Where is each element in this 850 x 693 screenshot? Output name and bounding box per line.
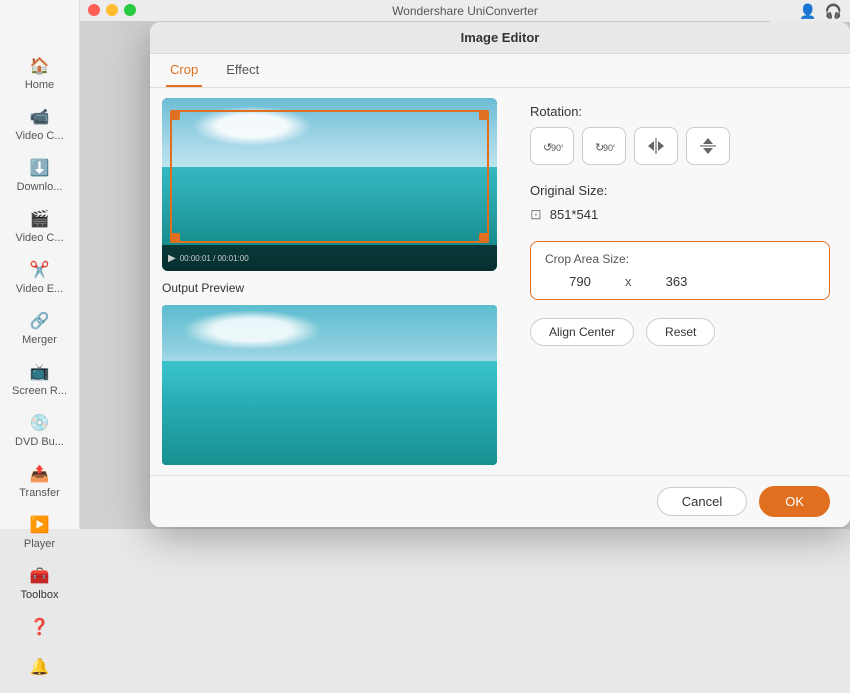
sidebar-item-screen[interactable]: 📺 Screen R... <box>5 356 75 403</box>
sidebar-item-toolbox[interactable]: 🧰 Toolbox <box>5 560 75 607</box>
sidebar-item-videoc2[interactable]: 🎬 Video C... <box>5 203 75 250</box>
rotate-left-button[interactable]: ↺ 90° <box>530 127 574 165</box>
rotate-right-button[interactable]: ↻ 90° <box>582 127 626 165</box>
clouds <box>192 106 312 146</box>
sidebar-item-label: Screen R... <box>12 385 67 397</box>
time-display: 00:00:01 / 00:01:00 <box>180 254 249 263</box>
flip-vertical-button[interactable] <box>686 127 730 165</box>
minimize-button[interactable] <box>106 4 118 16</box>
cancel-button[interactable]: Cancel <box>657 487 747 516</box>
videoc1-icon: 📹 <box>30 107 50 127</box>
flip-horizontal-button[interactable] <box>634 127 678 165</box>
sidebar-item-home[interactable]: 🏠 Home <box>5 50 75 97</box>
rotation-section: Rotation: ↺ 90° ↻ 90° <box>530 104 830 165</box>
svg-text:90°: 90° <box>551 143 563 153</box>
sidebar-item-label: Video C... <box>15 232 63 244</box>
videoc2-icon: 🎬 <box>30 209 50 229</box>
sidebar-item-label: DVD Bu... <box>15 436 64 448</box>
sidebar-item-label: Home <box>25 79 54 91</box>
original-size-section: Original Size: ⊡ 851*541 <box>530 183 830 223</box>
title-bar: Wondershare UniConverter 👤 🎧 <box>80 0 850 22</box>
crop-area-section: Crop Area Size: x <box>530 241 830 300</box>
size-icon: ⊡ <box>530 206 542 223</box>
window-title: Wondershare UniConverter <box>392 4 538 18</box>
maximize-button[interactable] <box>124 4 136 16</box>
user-icon[interactable]: 👤 <box>799 3 816 20</box>
sidebar-item-label: Player <box>24 538 55 550</box>
tab-crop[interactable]: Crop <box>166 54 202 87</box>
dvd-icon: 💿 <box>30 413 50 433</box>
align-center-button[interactable]: Align Center <box>530 318 634 346</box>
original-size-label: Original Size: <box>530 183 830 198</box>
crop-area-label: Crop Area Size: <box>545 252 815 266</box>
dialog-title: Image Editor <box>150 22 850 54</box>
crop-height-input[interactable] <box>642 274 712 289</box>
output-preview <box>162 305 497 465</box>
left-panel: ▶ 00:00:01 / 00:01:00 Output Preview <box>150 88 510 475</box>
action-buttons: Align Center Reset <box>530 318 830 346</box>
play-button[interactable]: ▶ <box>168 253 176 264</box>
sidebar-item-label: Merger <box>22 334 57 346</box>
reset-button[interactable]: Reset <box>646 318 715 346</box>
merger-icon: 🔗 <box>30 311 50 331</box>
transfer-icon: 📤 <box>30 464 50 484</box>
sidebar-item-transfer[interactable]: 📤 Transfer <box>5 458 75 505</box>
help-icon: ❓ <box>30 617 50 637</box>
dialog-footer: Cancel OK <box>150 475 850 527</box>
tab-effect[interactable]: Effect <box>222 54 263 87</box>
output-preview-label: Output Preview <box>162 281 498 295</box>
crop-inputs: x <box>545 274 815 289</box>
sidebar-item-label: Video C... <box>15 130 63 142</box>
sidebar-item-bell[interactable]: 🔔 <box>5 651 75 683</box>
sidebar-item-help[interactable]: ❓ <box>5 611 75 643</box>
crop-width-input[interactable] <box>545 274 615 289</box>
sidebar-item-label: Toolbox <box>21 589 59 601</box>
bell-icon: 🔔 <box>30 657 50 677</box>
videoe-icon: ✂️ <box>30 260 50 280</box>
size-row: ⊡ 851*541 <box>530 206 830 223</box>
player-icon: ▶️ <box>30 515 50 535</box>
sidebar-item-download[interactable]: ⬇️ Downlo... <box>5 152 75 199</box>
sidebar-item-dvd[interactable]: 💿 DVD Bu... <box>5 407 75 454</box>
sidebar: 🏠 Home 📹 Video C... ⬇️ Downlo... 🎬 Video… <box>0 0 80 529</box>
dialog-content: ▶ 00:00:01 / 00:01:00 Output Preview <box>150 88 850 475</box>
video-preview: ▶ 00:00:01 / 00:01:00 <box>162 98 497 271</box>
sidebar-item-label: Downlo... <box>17 181 63 193</box>
sidebar-item-videoe[interactable]: ✂️ Video E... <box>5 254 75 301</box>
top-bar: 👤 🎧 <box>770 0 850 22</box>
crop-separator: x <box>625 274 632 289</box>
home-icon: 🏠 <box>30 56 50 76</box>
sidebar-item-merger[interactable]: 🔗 Merger <box>5 305 75 352</box>
output-canvas <box>162 305 497 465</box>
image-editor-dialog: Image Editor Crop Effect <box>150 22 850 527</box>
video-controls: ▶ 00:00:01 / 00:01:00 <box>162 245 497 271</box>
sidebar-item-player[interactable]: ▶️ Player <box>5 509 75 556</box>
dialog-tabs: Crop Effect <box>150 54 850 88</box>
toolbox-icon: 🧰 <box>30 566 50 586</box>
sidebar-item-videoc1[interactable]: 📹 Video C... <box>5 101 75 148</box>
svg-text:90°: 90° <box>603 143 615 153</box>
headset-icon[interactable]: 🎧 <box>825 3 842 20</box>
sidebar-item-label: Transfer <box>19 487 60 499</box>
main-area: Wondershare UniConverter 👤 🎧 Image Edito… <box>80 0 850 529</box>
original-size-value: 851*541 <box>550 207 598 222</box>
download-icon: ⬇️ <box>30 158 50 178</box>
output-clouds <box>182 310 322 350</box>
close-button[interactable] <box>88 4 100 16</box>
output-water <box>162 361 497 465</box>
window-controls <box>88 4 136 16</box>
ok-button[interactable]: OK <box>759 486 830 517</box>
screen-icon: 📺 <box>30 362 50 382</box>
right-panel: Rotation: ↺ 90° ↻ 90° <box>510 88 850 475</box>
rotation-label: Rotation: <box>530 104 830 119</box>
sidebar-item-label: Video E... <box>16 283 64 295</box>
rotation-buttons: ↺ 90° ↻ 90° <box>530 127 830 165</box>
